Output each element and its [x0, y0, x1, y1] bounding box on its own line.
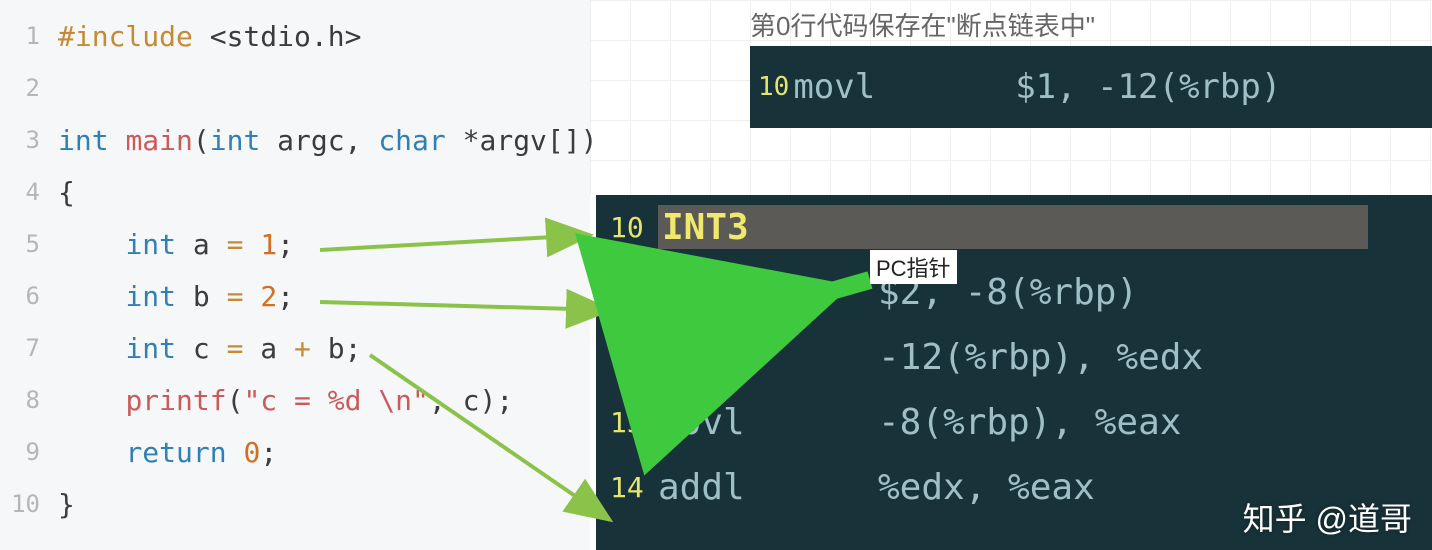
asm-row: 10INT3 — [596, 195, 1432, 260]
asm-mnemonic: movl — [658, 272, 878, 313]
source-code: int main(int argc, char *argv[]) — [58, 124, 597, 157]
asm-mnemonic: addl — [658, 467, 878, 508]
source-code: int b = 2; — [58, 280, 294, 313]
asm-args: -8(%rbp), %eax — [878, 402, 1181, 443]
source-code: printf("c = %d \n", c); — [58, 384, 513, 417]
source-lineno: 6 — [0, 282, 40, 310]
int3-label: INT3 — [658, 207, 749, 248]
top-annotation: 第0行代码保存在"断点链表中" — [750, 6, 1095, 43]
source-lineno: 4 — [0, 178, 40, 206]
asm-lineno: 13 — [610, 406, 658, 439]
source-lineno: 2 — [0, 74, 40, 102]
asm-snippet-box: 10 movl $1, -12(%rbp) — [750, 46, 1432, 128]
asm-snippet-args: $1, -12(%rbp) — [1015, 67, 1281, 107]
source-line: 2 — [0, 62, 590, 114]
source-code: { — [58, 176, 75, 209]
source-lineno: 10 — [0, 490, 40, 518]
asm-mnemonic: movl — [658, 402, 878, 443]
asm-lineno: 10 — [610, 211, 658, 244]
source-line: 7 int c = a + b; — [0, 322, 590, 374]
pc-pointer-label: PC指针 — [870, 250, 957, 284]
source-lineno: 5 — [0, 230, 40, 258]
source-line: 10} — [0, 478, 590, 530]
asm-lineno: 11 — [610, 276, 658, 309]
asm-row: 12movl-12(%rbp), %edx — [596, 325, 1432, 390]
source-line: 1 #include <stdio.h> — [0, 10, 590, 62]
asm-args: %edx, %eax — [878, 467, 1095, 508]
source-line: 9 return 0; — [0, 426, 590, 478]
asm-snippet-lineno: 10 — [758, 72, 789, 102]
source-lineno: 8 — [0, 386, 40, 414]
source-line: 6 int b = 2; — [0, 270, 590, 322]
source-line: 5 int a = 1; — [0, 218, 590, 270]
source-lineno: 1 — [0, 22, 40, 50]
asm-lineno: 12 — [610, 341, 658, 374]
source-code: int a = 1; — [58, 228, 294, 261]
source-lineno: 7 — [0, 334, 40, 362]
source-lineno: 9 — [0, 438, 40, 466]
source-code-pane: 1 #include <stdio.h> 2 3int main(int argc, … — [0, 0, 590, 550]
source-code: return 0; — [58, 436, 277, 469]
source-line: 8 printf("c = %d \n", c); — [0, 374, 590, 426]
asm-args: -12(%rbp), %edx — [878, 337, 1203, 378]
asm-lineno: 14 — [610, 471, 658, 504]
asm-snippet-mnemonic: movl — [793, 67, 875, 107]
watermark: 知乎 @道哥 — [1243, 494, 1412, 540]
source-line: 3int main(int argc, char *argv[]) — [0, 114, 590, 166]
asm-row: 13movl-8(%rbp), %eax — [596, 390, 1432, 455]
source-code: #include <stdio.h> — [58, 20, 361, 53]
source-code: } — [58, 488, 75, 521]
source-code: int c = a + b; — [58, 332, 361, 365]
asm-row: 11movl$2, -8(%rbp) — [596, 260, 1432, 325]
source-line: 4{ — [0, 166, 590, 218]
int3-highlight — [658, 205, 1368, 249]
source-lineno: 3 — [0, 126, 40, 154]
asm-mnemonic: movl — [658, 337, 878, 378]
